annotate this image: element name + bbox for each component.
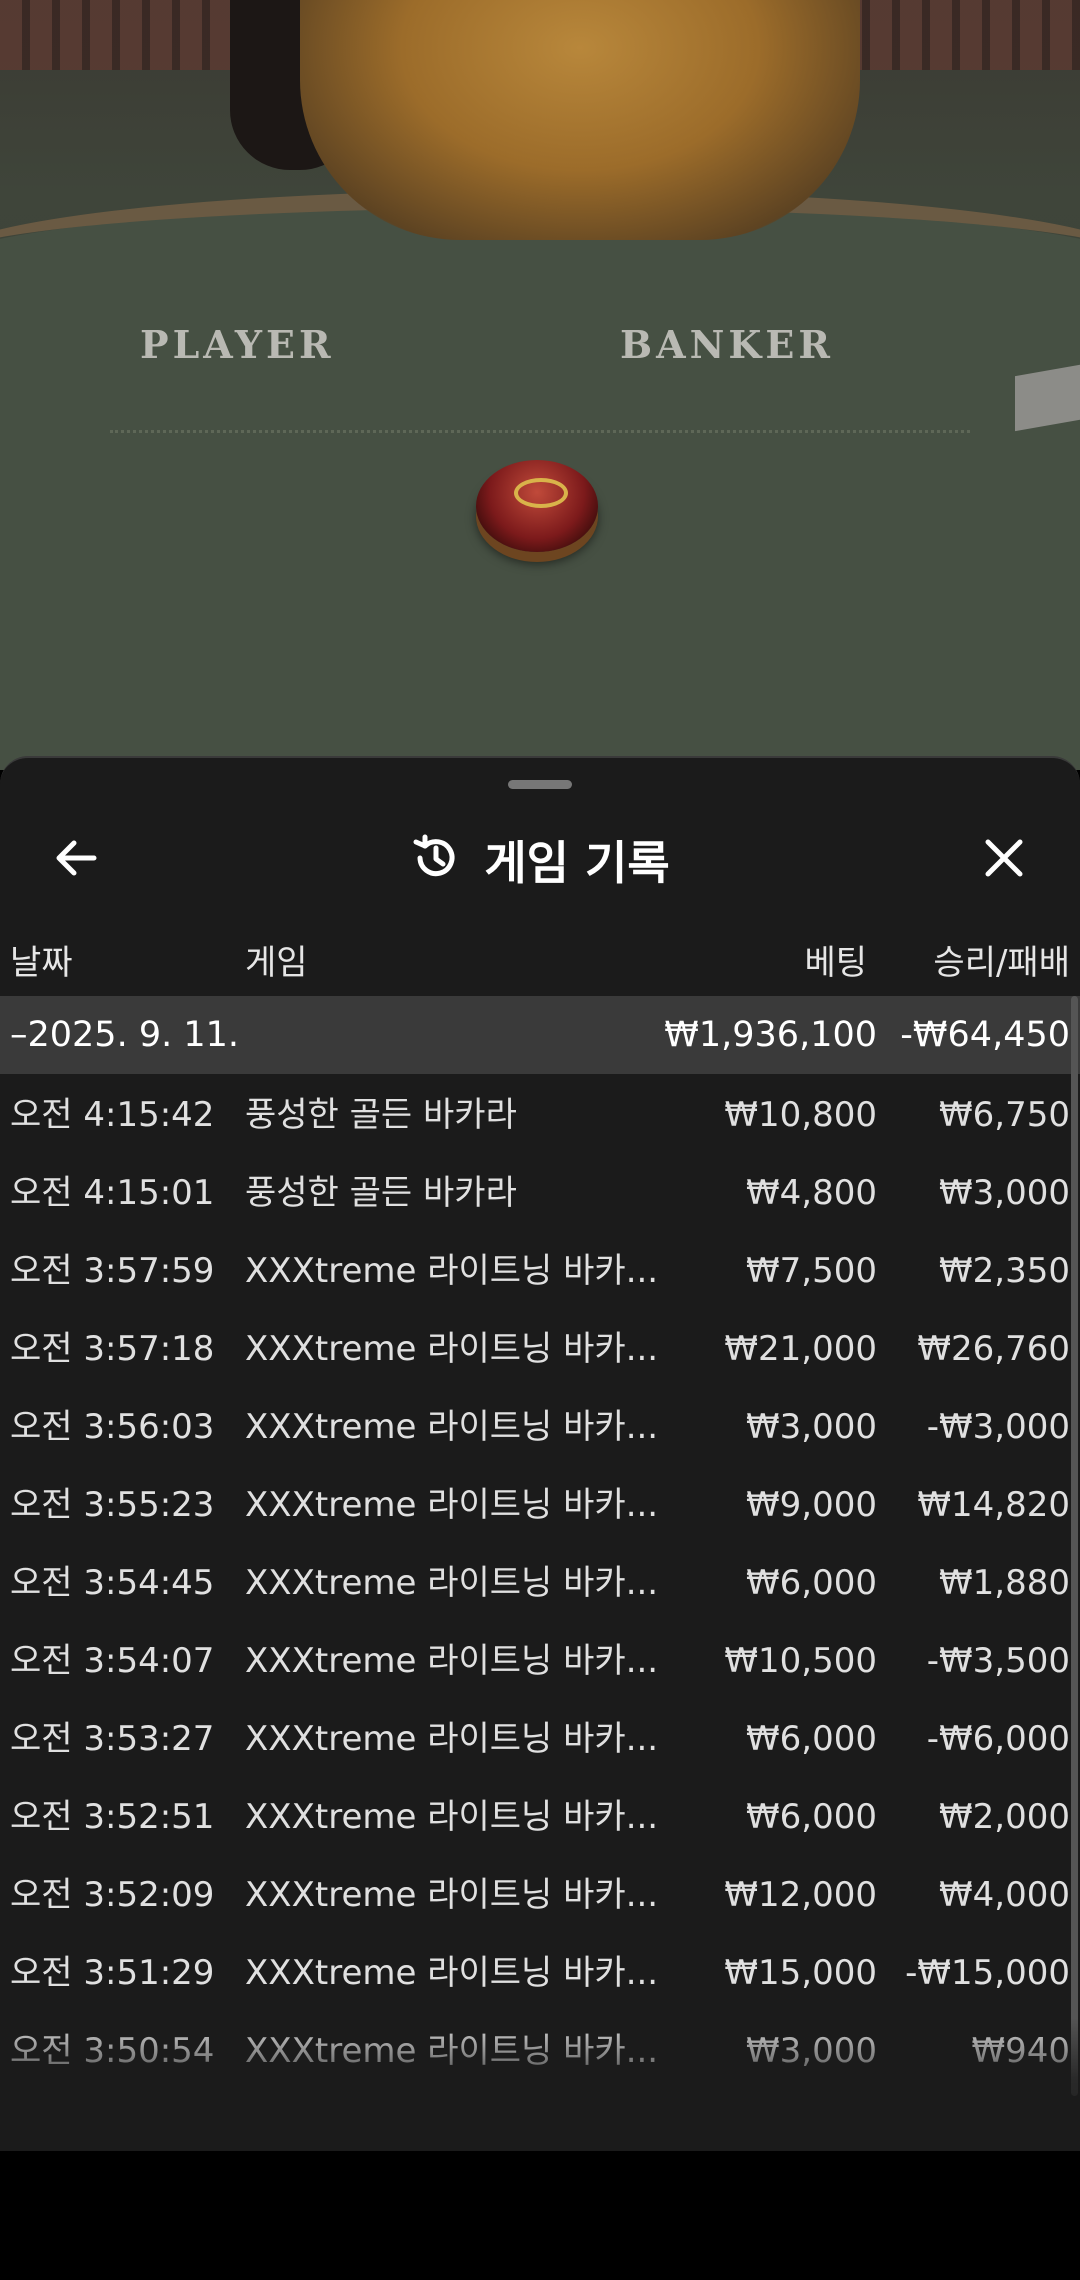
row-game: XXXtreme 라이트닝 바카... — [245, 1875, 659, 1915]
row-result: -₩6,000 — [926, 1719, 1070, 1759]
table-dotted-line — [110, 430, 970, 435]
table-row[interactable]: 오전 3:55:23 XXXtreme 라이트닝 바카... ₩9,000 ₩1… — [0, 1466, 1080, 1544]
column-header-date[interactable]: 날짜 — [10, 928, 73, 998]
row-time: 오전 3:54:45 — [10, 1563, 215, 1603]
bottom-bar — [0, 2151, 1080, 2280]
row-time: 오전 3:55:23 — [10, 1485, 215, 1525]
table-row[interactable]: 오전 3:54:07 XXXtreme 라이트닝 바카... ₩10,500 -… — [0, 1622, 1080, 1700]
row-time: 오전 3:50:54 — [10, 2031, 215, 2071]
table-row[interactable]: 오전 3:56:03 XXXtreme 라이트닝 바카... ₩3,000 -₩… — [0, 1388, 1080, 1466]
row-bet: ₩7,500 — [746, 1251, 877, 1291]
back-button[interactable] — [36, 820, 116, 900]
row-game: XXXtreme 라이트닝 바카... — [245, 1641, 659, 1681]
card-shoe — [1015, 363, 1080, 432]
date-group-summary-row[interactable]: –2025. 9. 11. ₩1,936,100 -₩64,450 — [0, 996, 1080, 1074]
row-bet: ₩10,500 — [724, 1641, 877, 1681]
table-row[interactable]: 오전 4:15:01 풍성한 골든 바카라 ₩4,800 ₩3,000 — [0, 1154, 1080, 1232]
row-time: 오전 3:54:07 — [10, 1641, 215, 1681]
player-area-label: PLAYER — [140, 322, 335, 367]
table-row[interactable]: 오전 3:53:27 XXXtreme 라이트닝 바카... ₩6,000 -₩… — [0, 1700, 1080, 1778]
row-game: XXXtreme 라이트닝 바카... — [245, 1329, 659, 1369]
table-row[interactable]: 오전 3:57:18 XXXtreme 라이트닝 바카... ₩21,000 ₩… — [0, 1310, 1080, 1388]
row-game: XXXtreme 라이트닝 바카... — [245, 1563, 659, 1603]
row-bet: ₩15,000 — [724, 1953, 877, 1993]
row-time: 오전 3:56:03 — [10, 1407, 215, 1447]
history-table: –2025. 9. 11. ₩1,936,100 -₩64,450 오전 4:1… — [0, 996, 1080, 2090]
game-history-sheet: 게임 기록 날짜 게임 베팅 승리/패배 –2025. 9. 11. ₩1,93… — [0, 756, 1080, 2153]
row-game: XXXtreme 라이트닝 바카... — [245, 1953, 659, 1993]
arrow-left-icon — [52, 834, 100, 886]
summary-date: –2025. 9. 11. — [10, 1015, 240, 1055]
row-bet: ₩3,000 — [746, 1407, 877, 1447]
row-game: XXXtreme 라이트닝 바카... — [245, 1251, 659, 1291]
row-bet: ₩6,000 — [746, 1719, 877, 1759]
sheet-header: 게임 기록 — [0, 820, 1080, 900]
row-result: ₩940 — [971, 2031, 1070, 2071]
table-row[interactable]: 오전 3:57:59 XXXtreme 라이트닝 바카... ₩7,500 ₩2… — [0, 1232, 1080, 1310]
row-bet: ₩10,800 — [724, 1095, 877, 1135]
row-bet: ₩3,000 — [746, 2031, 877, 2071]
row-result: ₩2,000 — [939, 1797, 1070, 1837]
row-result: -₩15,000 — [905, 1953, 1070, 1993]
close-icon — [980, 834, 1028, 886]
row-result: ₩1,880 — [939, 1563, 1070, 1603]
table-row[interactable]: 오전 3:51:29 XXXtreme 라이트닝 바카... ₩15,000 -… — [0, 1934, 1080, 2012]
table-row[interactable]: 오전 3:50:54 XXXtreme 라이트닝 바카... ₩3,000 ₩9… — [0, 2012, 1080, 2090]
column-header-bet[interactable]: 베팅 — [804, 928, 867, 998]
close-button[interactable] — [964, 820, 1044, 900]
row-bet: ₩9,000 — [746, 1485, 877, 1525]
sheet-title: 게임 기록 — [484, 836, 670, 890]
row-bet: ₩6,000 — [746, 1797, 877, 1837]
row-game: XXXtreme 라이트닝 바카... — [245, 1719, 659, 1759]
row-result: -₩3,000 — [926, 1407, 1070, 1447]
row-time: 오전 3:52:51 — [10, 1797, 215, 1837]
table-row[interactable]: 오전 3:54:45 XXXtreme 라이트닝 바카... ₩6,000 ₩1… — [0, 1544, 1080, 1622]
row-game: 풍성한 골든 바카라 — [245, 1095, 517, 1135]
row-result: ₩26,760 — [917, 1329, 1070, 1369]
table-row[interactable]: 오전 3:52:51 XXXtreme 라이트닝 바카... ₩6,000 ₩2… — [0, 1778, 1080, 1856]
row-time: 오전 4:15:01 — [10, 1173, 215, 1213]
row-time: 오전 3:57:59 — [10, 1251, 215, 1291]
row-result: ₩6,750 — [939, 1095, 1070, 1135]
summary-bet-total: ₩1,936,100 — [664, 1015, 877, 1055]
row-result: ₩4,000 — [939, 1875, 1070, 1915]
row-time: 오전 4:15:42 — [10, 1095, 215, 1135]
chip-icon — [476, 460, 598, 552]
row-result: ₩3,000 — [939, 1173, 1070, 1213]
row-game: XXXtreme 라이트닝 바카... — [245, 1407, 659, 1447]
row-bet: ₩21,000 — [724, 1329, 877, 1369]
row-result: -₩3,500 — [926, 1641, 1070, 1681]
dealer — [300, 0, 860, 240]
row-result: ₩2,350 — [939, 1251, 1070, 1291]
drag-handle[interactable] — [508, 780, 572, 789]
table-row[interactable]: 오전 4:15:42 풍성한 골든 바카라 ₩10,800 ₩6,750 — [0, 1076, 1080, 1154]
row-game: 풍성한 골든 바카라 — [245, 1173, 517, 1213]
table-row[interactable]: 오전 3:52:09 XXXtreme 라이트닝 바카... ₩12,000 ₩… — [0, 1856, 1080, 1934]
column-header-game[interactable]: 게임 — [245, 928, 308, 998]
row-game: XXXtreme 라이트닝 바카... — [245, 1485, 659, 1525]
row-time: 오전 3:52:09 — [10, 1875, 215, 1915]
row-time: 오전 3:53:27 — [10, 1719, 215, 1759]
live-video-feed: PLAYER BANKER — [0, 0, 1080, 770]
row-game: XXXtreme 라이트닝 바카... — [245, 1797, 659, 1837]
history-clock-icon — [410, 832, 462, 888]
summary-result-total: -₩64,450 — [900, 1015, 1070, 1055]
row-result: ₩14,820 — [917, 1485, 1070, 1525]
row-bet: ₩6,000 — [746, 1563, 877, 1603]
row-bet: ₩12,000 — [724, 1875, 877, 1915]
row-time: 오전 3:51:29 — [10, 1953, 215, 1993]
row-bet: ₩4,800 — [746, 1173, 877, 1213]
row-time: 오전 3:57:18 — [10, 1329, 215, 1369]
column-header-result[interactable]: 승리/패배 — [933, 928, 1070, 998]
banker-area-label: BANKER — [620, 322, 834, 367]
scrollbar[interactable] — [1071, 996, 1078, 2096]
row-game: XXXtreme 라이트닝 바카... — [245, 2031, 659, 2071]
